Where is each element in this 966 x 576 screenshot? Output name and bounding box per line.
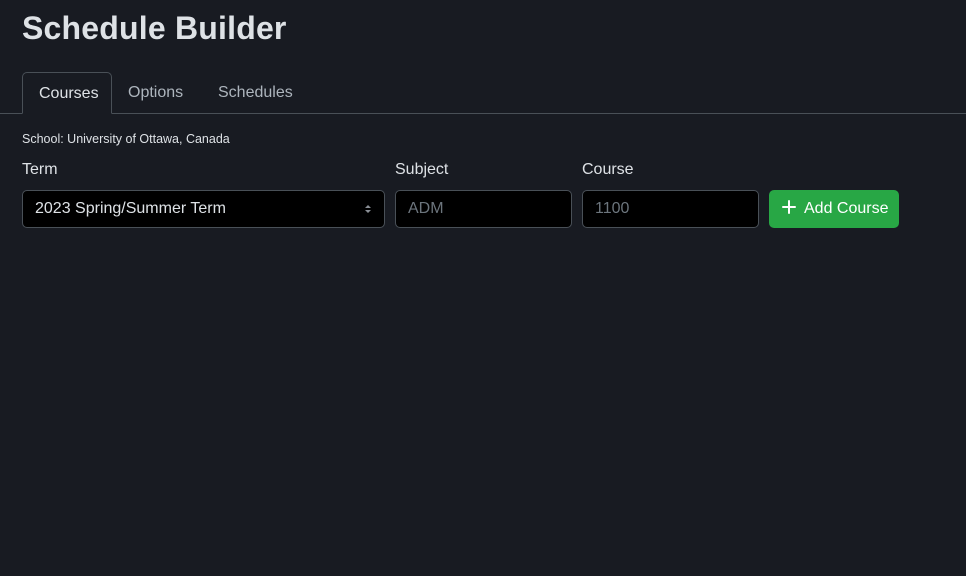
subject-label: Subject [395, 161, 449, 178]
page: Schedule Builder Courses Options Schedul… [0, 0, 966, 576]
course-label: Course [582, 161, 634, 178]
select-arrows-icon [365, 205, 371, 213]
tab-options[interactable]: Options [112, 72, 199, 114]
school-info: School: University of Ottawa, Canada [22, 132, 230, 146]
page-title: Schedule Builder [22, 10, 287, 46]
term-select-value: 2023 Spring/Summer Term [35, 200, 226, 217]
course-input[interactable] [582, 190, 759, 228]
add-course-button[interactable]: Add Course [769, 190, 899, 228]
term-select[interactable]: 2023 Spring/Summer Term [22, 190, 385, 228]
term-label: Term [22, 161, 58, 178]
tab-bar: Courses Options Schedules [0, 72, 966, 114]
tab-schedules[interactable]: Schedules [202, 72, 309, 114]
add-course-button-label: Add Course [804, 200, 889, 217]
subject-input[interactable] [395, 190, 572, 228]
tab-courses[interactable]: Courses [22, 72, 112, 114]
plus-icon [782, 200, 796, 215]
